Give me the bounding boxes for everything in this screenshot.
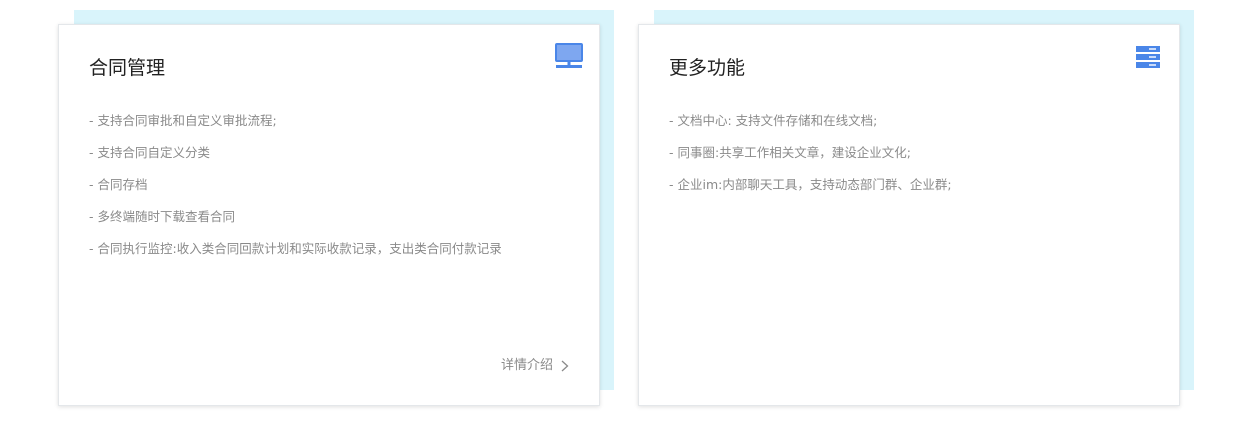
card-title: 合同管理	[89, 57, 166, 79]
page: 合同管理 - 支持合同审批和自定义审批流程; - 支持合同自定义分类 - 合同存…	[0, 0, 1248, 438]
feature-list: - 文档中心: 支持文件存储和在线文档; - 同事圈:共享工作相关文章，建设企业…	[669, 113, 952, 209]
feature-item: - 合同存档	[89, 177, 148, 192]
contract-management-card: 合同管理 - 支持合同审批和自定义审批流程; - 支持合同自定义分类 - 合同存…	[58, 24, 600, 406]
server-icon	[1135, 45, 1161, 69]
feature-list: - 支持合同审批和自定义审批流程; - 支持合同自定义分类 - 合同存档 - 多…	[89, 113, 502, 273]
feature-item: - 文档中心: 支持文件存储和在线文档;	[669, 113, 878, 128]
feature-item: - 同事圈:共享工作相关文章，建设企业文化;	[669, 145, 911, 160]
feature-item: - 支持合同自定义分类	[89, 145, 210, 160]
feature-item: - 合同执行监控:收入类合同回款计划和实际收款记录，支出类合同付款记录	[89, 241, 502, 256]
feature-item: - 多终端随时下载查看合同	[89, 209, 235, 224]
details-link-label: 详情介绍	[500, 358, 553, 373]
feature-item: - 企业im:内部聊天工具，支持动态部门群、企业群;	[669, 177, 952, 192]
chevron-right-icon	[561, 360, 569, 372]
monitor-icon	[555, 43, 583, 69]
details-link[interactable]: 详情介绍	[501, 357, 569, 375]
more-features-card: 更多功能 - 文档中心: 支持文件存储和在线文档; - 同事圈:共享工作相关文章…	[638, 24, 1180, 406]
card-title: 更多功能	[669, 57, 746, 79]
feature-item: - 支持合同审批和自定义审批流程;	[89, 113, 277, 128]
